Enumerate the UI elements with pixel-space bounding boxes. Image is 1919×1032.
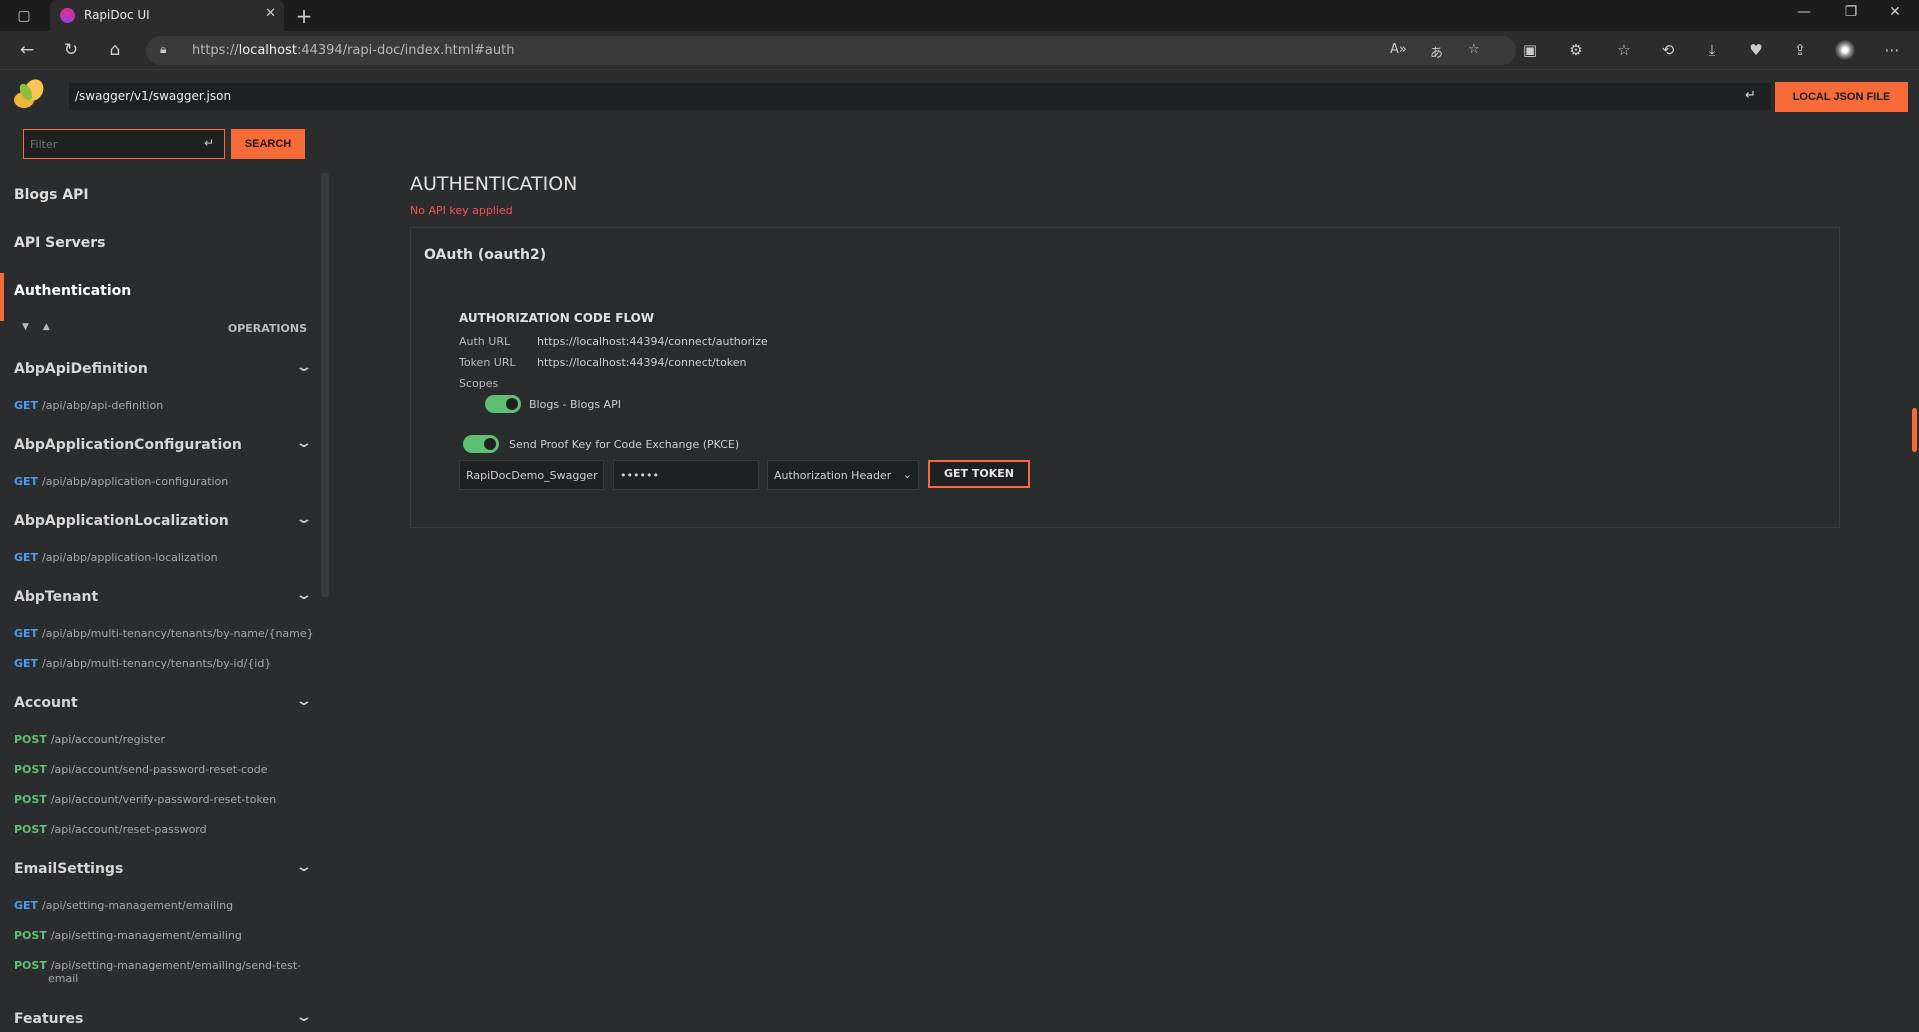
group-emailsettings[interactable]: EmailSettings ⌄ [14, 859, 313, 877]
nav-item-authentication[interactable]: Authentication [14, 283, 131, 299]
pkce-label: Send Proof Key for Code Exchange (PKCE) [509, 438, 740, 451]
group-abpapplicationlocalization[interactable]: AbpApplicationLocalization ⌄ [14, 511, 313, 529]
operation-item[interactable]: GET/api/abp/application-localization [14, 551, 314, 564]
collapse-expand-icon[interactable]: ▼▲ [22, 322, 64, 332]
group-abpapplicationconfiguration[interactable]: AbpApplicationConfiguration ⌄ [14, 435, 313, 453]
close-window-icon[interactable]: ✕ [1880, 4, 1910, 20]
operation-item[interactable]: GET/api/abp/multi-tenancy/tenants/by-id/… [14, 657, 314, 670]
address-text: https://localhost:44394/rapi-doc/index.h… [192, 43, 515, 58]
browser-tab[interactable]: RapiDoc UI ✕ [50, 0, 284, 31]
enter-icon[interactable]: ↵ [1745, 88, 1756, 103]
profile-avatar[interactable] [1834, 39, 1856, 61]
chevron-down-icon: ⌄ [902, 468, 912, 481]
operation-item[interactable]: GET/api/abp/application-configuration [14, 475, 314, 488]
pkce-toggle[interactable] [463, 435, 499, 453]
group-abptenant[interactable]: AbpTenant ⌄ [14, 587, 313, 605]
rapidoc-logo [14, 79, 44, 108]
security-scheme-title: OAuth (oauth2) [424, 247, 547, 263]
flow-title: AUTHORIZATION CODE FLOW [459, 311, 655, 325]
refresh-icon[interactable]: ↻ [60, 39, 82, 61]
chevron-down-icon: ⌄ [295, 511, 313, 527]
main-content: AUTHENTICATION No API key applied OAuth … [330, 121, 1919, 1032]
scopes-label: Scopes [459, 377, 499, 390]
get-token-button[interactable]: GET TOKEN [928, 460, 1030, 488]
browser-toolbar: ← ↻ ⌂ 🔒︎ https://localhost:44394/rapi-do… [0, 31, 1919, 70]
restore-icon[interactable]: ❐ [1836, 4, 1866, 20]
client-secret-input[interactable]: •••••• [613, 460, 759, 490]
chevron-down-icon: ⌄ [295, 1009, 313, 1025]
history-icon[interactable]: ⟲ [1658, 41, 1678, 59]
auth-url-row: Auth URL https://localhost:44394/connect/… [459, 335, 768, 348]
token-url-row: Token URL https://localhost:44394/connect… [459, 356, 747, 369]
operation-item[interactable]: GET/api/abp/multi-tenancy/tenants/by-nam… [14, 627, 314, 640]
group-features[interactable]: Features ⌄ [14, 1009, 313, 1027]
performance-icon[interactable]: ♥ [1746, 41, 1766, 59]
immersive-reader-icon[interactable]: ▣ [1520, 41, 1540, 59]
nav-item-overview[interactable]: Blogs API [14, 187, 89, 203]
client-id-input[interactable]: RapiDocDemo_Swagger [459, 460, 604, 490]
scope-label: Blogs - Blogs API [529, 398, 621, 411]
read-aloud-icon[interactable]: A» [1390, 42, 1407, 57]
page-scroll-indicator [1912, 408, 1917, 452]
scope-toggle[interactable] [485, 395, 521, 413]
operation-item[interactable]: GET/api/abp/api-definition [14, 399, 314, 412]
browser-tab-bar: ▢ RapiDoc UI ✕ + — ❐ ✕ [0, 0, 1919, 31]
lock-icon: 🔒︎ [160, 42, 167, 56]
group-account[interactable]: Account ⌄ [14, 693, 313, 711]
back-icon[interactable]: ← [16, 39, 38, 61]
enter-icon: ↵ [203, 136, 214, 150]
tab-actions-icon[interactable]: ▢ [14, 6, 34, 26]
operation-item[interactable]: POST/api/setting-management/emailing/sen… [14, 959, 314, 985]
operation-item[interactable]: POST/api/account/verify-password-reset-t… [14, 793, 314, 806]
chevron-down-icon: ⌄ [295, 359, 313, 375]
operation-item[interactable]: POST/api/account/register [14, 733, 314, 746]
spec-url-input[interactable]: /swagger/v1/swagger.json [69, 83, 1771, 110]
share-icon[interactable]: ⇪ [1790, 41, 1810, 59]
chevron-down-icon: ⌄ [295, 435, 313, 451]
new-tab-icon[interactable]: + [294, 6, 314, 26]
favorite-star-icon[interactable]: ☆ [1468, 42, 1480, 57]
home-icon[interactable]: ⌂ [104, 39, 126, 61]
more-menu-icon[interactable]: ⋯ [1882, 41, 1902, 59]
operation-item[interactable]: POST/api/account/reset-password [14, 823, 314, 836]
address-bar[interactable]: 🔒︎ https://localhost:44394/rapi-doc/inde… [146, 36, 1516, 65]
operation-item[interactable]: POST/api/setting-management/emailing [14, 929, 314, 942]
send-in-select[interactable]: Authorization Header ⌄ [767, 460, 919, 490]
oauth-panel: OAuth (oauth2) AUTHORIZATION CODE FLOW A… [410, 227, 1840, 528]
close-tab-icon[interactable]: ✕ [265, 6, 276, 21]
operation-item[interactable]: GET/api/setting-management/emailing [14, 899, 314, 912]
operations-label: OPERATIONS [227, 322, 307, 335]
chevron-down-icon: ⌄ [295, 587, 313, 603]
filter-field[interactable]: ↵ [23, 129, 225, 159]
nav-item-api-servers[interactable]: API Servers [14, 235, 106, 251]
downloads-icon[interactable]: ⤓ [1702, 41, 1722, 59]
auth-status: No API key applied [410, 204, 513, 217]
active-indicator [0, 273, 4, 321]
translate-icon[interactable]: あ [1430, 42, 1443, 61]
minimize-icon[interactable]: — [1789, 4, 1819, 20]
search-button[interactable]: SEARCH [231, 129, 305, 159]
page-title: AUTHENTICATION [410, 173, 578, 195]
operation-item[interactable]: POST/api/account/send-password-reset-cod… [14, 763, 314, 776]
rapidoc-favicon-icon [60, 8, 75, 23]
extensions-icon[interactable]: ⚙ [1566, 41, 1586, 59]
tab-title: RapiDoc UI [84, 8, 150, 22]
chevron-down-icon: ⌄ [295, 859, 313, 875]
chevron-down-icon: ⌄ [295, 693, 313, 709]
sidebar-scrollbar[interactable] [321, 173, 329, 597]
favorites-icon[interactable]: ☆ [1614, 41, 1634, 59]
sidebar: ↵ SEARCH Blogs API API Servers Authentic… [0, 121, 330, 1032]
rapidoc-header: /swagger/v1/swagger.json ↵ LOCAL JSON FI… [0, 71, 1919, 121]
local-json-file-button[interactable]: LOCAL JSON FILE [1775, 82, 1908, 112]
filter-input[interactable] [24, 130, 194, 158]
group-abpapidefinition[interactable]: AbpApiDefinition ⌄ [14, 359, 313, 377]
